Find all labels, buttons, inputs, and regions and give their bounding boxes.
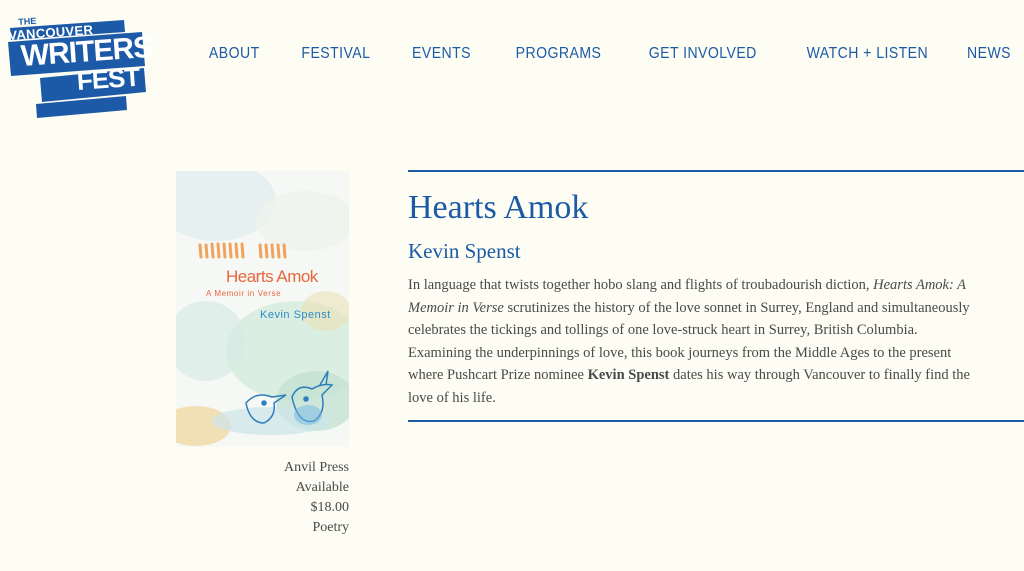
description-text-1: In language that twists together hobo sl… (408, 277, 874, 293)
book-title: Hearts Amok (408, 189, 589, 226)
bottom-divider (408, 419, 1024, 422)
book-genre: Poetry (312, 520, 349, 535)
book-availability: Available (295, 480, 349, 495)
logo-fest: FEST (75, 61, 141, 96)
nav-about[interactable]: ABOUT (209, 45, 260, 63)
description-bold-author: Kevin Spenst (587, 367, 670, 384)
book-publisher: Anvil Press (284, 460, 349, 475)
book-price: $18.00 (310, 500, 350, 515)
nav-get-involved[interactable]: GET INVOLVED (649, 45, 757, 63)
book-author-link[interactable]: Kevin Spenst (408, 238, 1024, 264)
nav-festival[interactable]: FESTIVAL (302, 45, 371, 63)
book-description: In language that twists together hobo sl… (408, 274, 978, 410)
main-nav: ABOUT FESTIVAL EVENTS PROGRAMS GET INVOL… (169, 45, 1011, 63)
book-meta: Anvil Press Available $18.00 Poetry (176, 458, 349, 538)
site-logo[interactable]: THE VANCOUVER WRITERS FEST (6, 12, 153, 122)
cover-subtitle: A Memoir in Verse (206, 289, 282, 298)
nav-news[interactable]: NEWS (967, 45, 1011, 63)
cover-author: Kevin Spenst (260, 309, 331, 321)
nav-programs[interactable]: PROGRAMS (515, 45, 601, 63)
nav-watch-listen[interactable]: WATCH + LISTEN (806, 45, 928, 63)
nav-events[interactable]: EVENTS (412, 45, 471, 63)
book-cover-image: Hearts Amok A Memoir in Verse Kevin Spen… (176, 171, 349, 447)
cover-title: Hearts Amok (226, 267, 318, 286)
top-divider (408, 170, 1024, 172)
book-detail-panel: Hearts Amok Kevin Spenst In language tha… (408, 170, 1024, 422)
